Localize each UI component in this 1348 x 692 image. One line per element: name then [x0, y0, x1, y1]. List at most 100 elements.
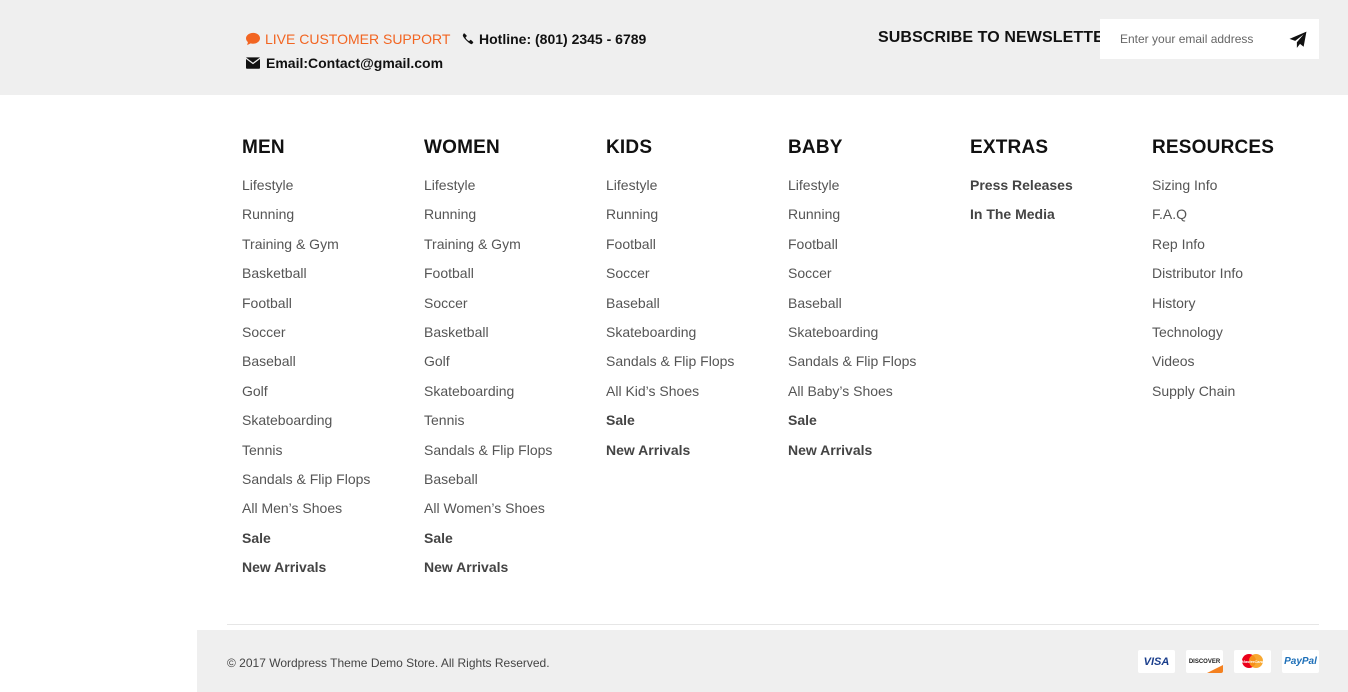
footer-link[interactable]: Golf [242, 383, 268, 399]
footer-column-men: MEN Lifestyle Running Training & Gym Basketb… [242, 136, 422, 587]
list-item: Football [242, 294, 422, 323]
footer-link[interactable]: All Baby’s Shoes [788, 383, 893, 399]
list-item: Baseball [788, 294, 968, 323]
footer-link[interactable]: Baseball [606, 295, 660, 311]
footer-link[interactable]: All Kid’s Shoes [606, 383, 699, 399]
list-item: In The Media [970, 205, 1150, 234]
footer-link[interactable]: Baseball [424, 471, 478, 487]
link-list: Lifestyle Running Training & Gym Football So… [424, 176, 604, 587]
footer-link[interactable]: Training & Gym [424, 236, 521, 252]
list-item: Tennis [424, 411, 604, 440]
list-item: Sandals & Flip Flops [606, 352, 786, 381]
newsletter-title: SUBSCRIBE TO NEWSLETTER [878, 29, 1116, 46]
list-item: Skateboarding [242, 411, 422, 440]
contact-bar: LIVE CUSTOMER SUPPORT Hotline: (801) 234… [0, 0, 1348, 95]
footer-link[interactable]: Distributor Info [1152, 265, 1243, 281]
column-title: KIDS [606, 137, 653, 158]
column-title: EXTRAS [970, 137, 1049, 158]
footer-link[interactable]: Training & Gym [242, 236, 339, 252]
footer-link[interactable]: Sizing Info [1152, 177, 1217, 193]
footer-link[interactable]: Press Releases [970, 177, 1073, 193]
footer-link[interactable]: Running [424, 206, 476, 222]
footer-link[interactable]: Skateboarding [424, 383, 514, 399]
footer-link[interactable]: Soccer [242, 324, 286, 340]
footer-link[interactable]: History [1152, 295, 1196, 311]
footer-page: LIVE CUSTOMER SUPPORT Hotline: (801) 234… [0, 0, 1348, 692]
footer-link[interactable]: Basketball [242, 265, 307, 281]
footer-link[interactable]: New Arrivals [424, 559, 508, 575]
footer-link[interactable]: Videos [1152, 353, 1195, 369]
hotline[interactable]: Hotline: (801) 2345 - 6789 [462, 31, 646, 47]
footer-column-women: WOMEN Lifestyle Running Training & Gym Footb… [424, 136, 604, 587]
footer-link[interactable]: Sandals & Flip Flops [424, 442, 552, 458]
list-item: Baseball [606, 294, 786, 323]
footer-link[interactable]: Basketball [424, 324, 489, 340]
list-item: Tennis [242, 441, 422, 470]
footer-link[interactable]: Sale [788, 412, 817, 428]
footer-link[interactable]: Football [788, 236, 838, 252]
footer-link[interactable]: New Arrivals [788, 442, 872, 458]
footer-link[interactable]: Tennis [242, 442, 282, 458]
footer-link[interactable]: Supply Chain [1152, 383, 1235, 399]
store-link[interactable]: Wordpress Theme Demo Store [269, 656, 435, 670]
footer-link[interactable]: Football [424, 265, 474, 281]
footer-link[interactable]: Lifestyle [788, 177, 839, 193]
footer-link[interactable]: Sandals & Flip Flops [788, 353, 916, 369]
newsletter-email-input[interactable] [1100, 19, 1280, 59]
footer-link[interactable]: Rep Info [1152, 236, 1205, 252]
footer-link[interactable]: Lifestyle [242, 177, 293, 193]
hotline-label: Hotline: (801) 2345 - 6789 [479, 31, 647, 47]
list-item: Basketball [424, 323, 604, 352]
list-item: Distributor Info [1152, 264, 1332, 293]
phone-icon [462, 33, 474, 45]
list-item: Skateboarding [788, 323, 968, 352]
live-support-link[interactable]: LIVE CUSTOMER SUPPORT [246, 31, 450, 47]
link-list: Sizing Info F.A.Q Rep Info Distributor Info… [1152, 176, 1332, 411]
list-item: Baseball [424, 470, 604, 499]
footer-link[interactable]: Sale [606, 412, 635, 428]
footer-link[interactable]: Running [242, 206, 294, 222]
footer-link[interactable]: Golf [424, 353, 450, 369]
list-item: All Kid’s Shoes [606, 382, 786, 411]
footer-link[interactable]: Skateboarding [242, 412, 332, 428]
list-item: New Arrivals [606, 441, 786, 470]
footer-link[interactable]: Baseball [242, 353, 296, 369]
footer-link[interactable]: Sandals & Flip Flops [242, 471, 370, 487]
footer-link[interactable]: All Men’s Shoes [242, 500, 342, 516]
list-item: F.A.Q [1152, 205, 1332, 234]
list-item: All Men’s Shoes [242, 499, 422, 528]
footer-link[interactable]: Running [788, 206, 840, 222]
list-item: Lifestyle [606, 176, 786, 205]
footer-link[interactable]: Football [242, 295, 292, 311]
list-item: Supply Chain [1152, 382, 1332, 411]
list-item: Football [424, 264, 604, 293]
footer-link[interactable]: Baseball [788, 295, 842, 311]
footer-link[interactable]: Football [606, 236, 656, 252]
footer-link[interactable]: Sale [424, 530, 453, 546]
paypal-label: PayPal [1284, 656, 1317, 667]
footer-link[interactable]: New Arrivals [242, 559, 326, 575]
footer-link[interactable]: Soccer [788, 265, 832, 281]
footer-link[interactable]: New Arrivals [606, 442, 690, 458]
email-contact[interactable]: Email:Contact@gmail.com [246, 55, 443, 71]
list-item: Running [424, 205, 604, 234]
footer-link[interactable]: Soccer [606, 265, 650, 281]
list-item: Basketball [242, 264, 422, 293]
footer-link[interactable]: In The Media [970, 206, 1055, 222]
footer-link[interactable]: Skateboarding [606, 324, 696, 340]
visa-icon: VISA [1138, 650, 1175, 673]
footer-link[interactable]: Running [606, 206, 658, 222]
footer-link[interactable]: Lifestyle [424, 177, 475, 193]
copyright-prefix: © 2017 [227, 656, 270, 670]
footer-link[interactable]: Sandals & Flip Flops [606, 353, 734, 369]
copyright-text: © 2017 Wordpress Theme Demo Store. All R… [227, 656, 550, 670]
footer-link[interactable]: All Women’s Shoes [424, 500, 545, 516]
footer-link[interactable]: Soccer [424, 295, 468, 311]
footer-link[interactable]: F.A.Q [1152, 206, 1187, 222]
footer-link[interactable]: Technology [1152, 324, 1223, 340]
footer-link[interactable]: Lifestyle [606, 177, 657, 193]
footer-link[interactable]: Tennis [424, 412, 464, 428]
footer-link[interactable]: Skateboarding [788, 324, 878, 340]
send-icon[interactable] [1289, 31, 1307, 49]
footer-link[interactable]: Sale [242, 530, 271, 546]
